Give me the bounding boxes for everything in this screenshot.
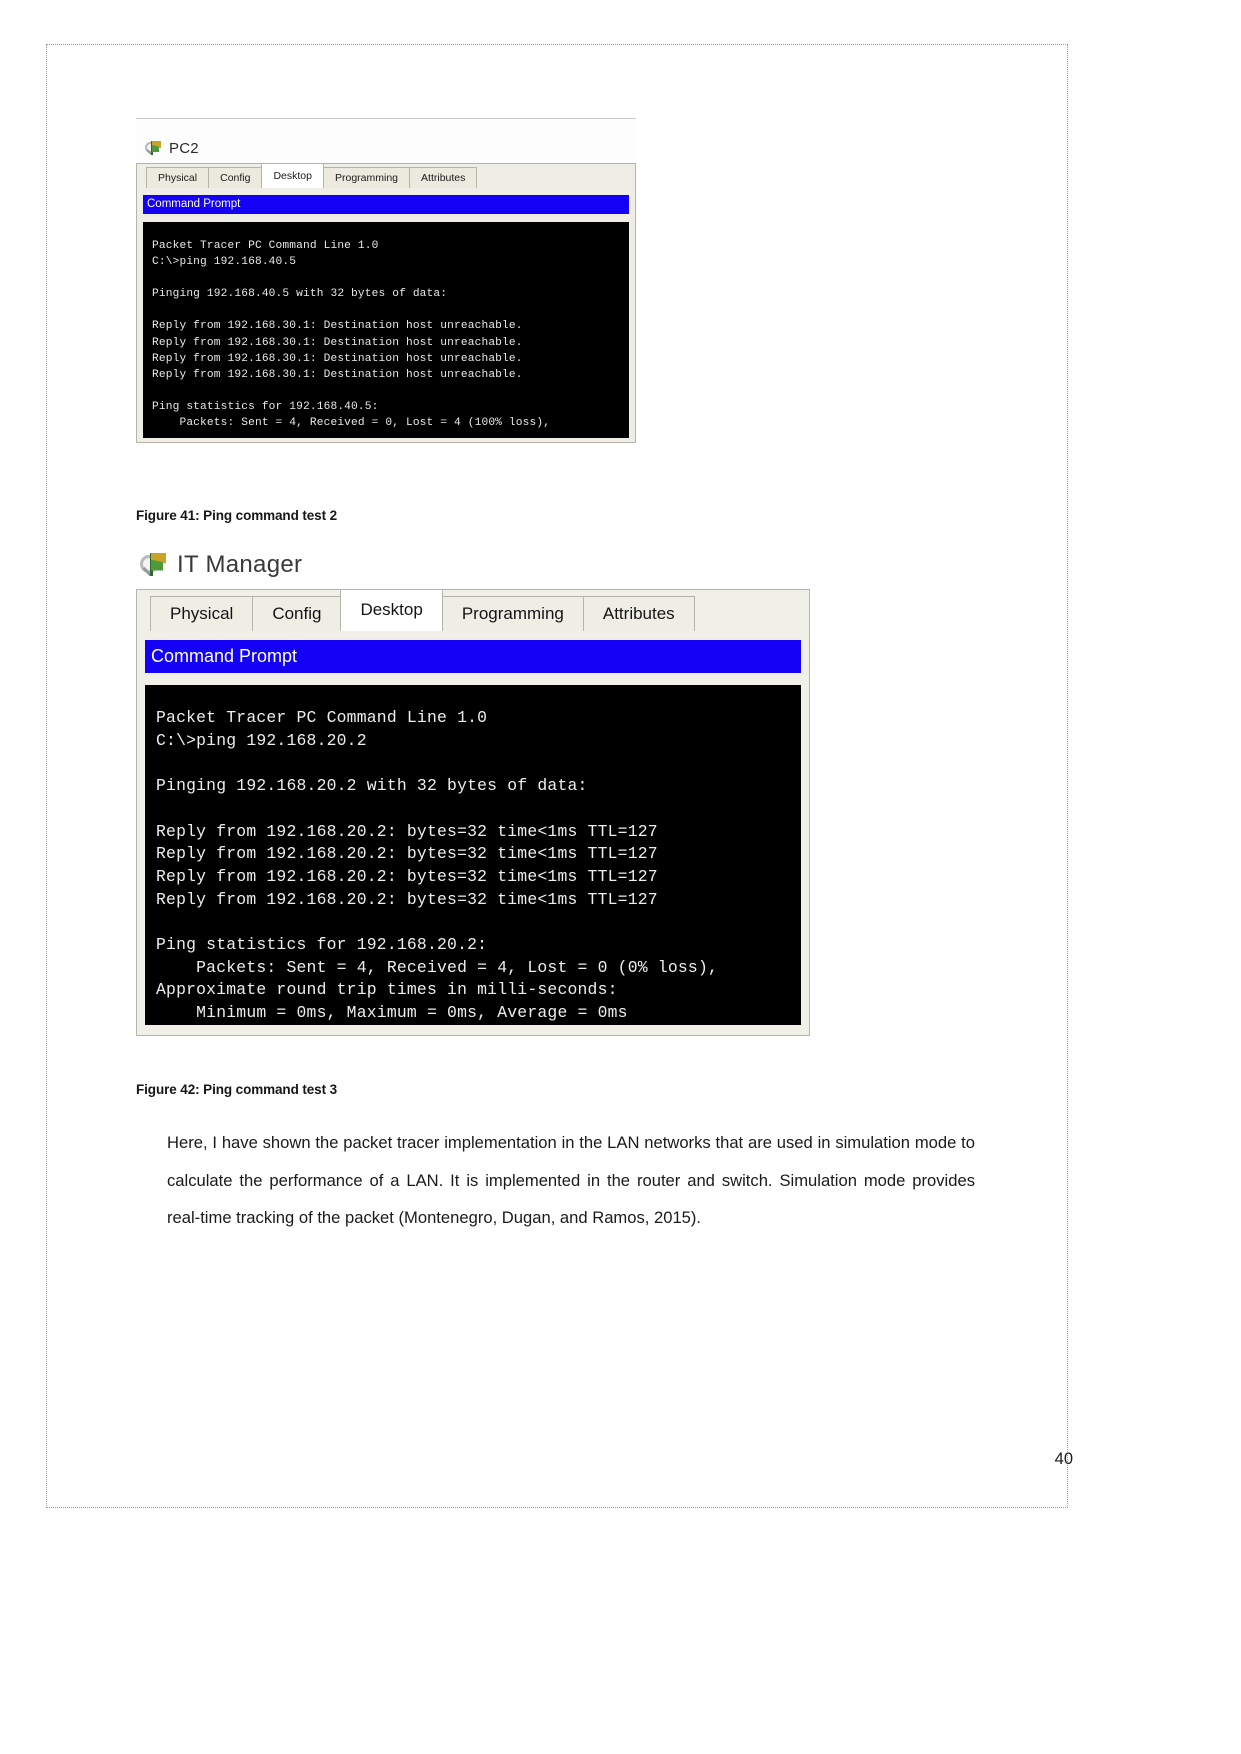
tab-attributes[interactable]: Attributes <box>409 167 478 188</box>
it-manager-device-header: IT Manager <box>136 548 810 589</box>
figure-42-caption: Figure 42: Ping command test 3 <box>136 1082 338 1097</box>
screenshot-it-manager: IT Manager Physical Config Desktop Progr… <box>136 548 810 1036</box>
tab-programming[interactable]: Programming <box>441 596 584 631</box>
pc2-device-header: PC2 <box>136 136 636 163</box>
tab-attributes[interactable]: Attributes <box>582 596 695 631</box>
tab-physical[interactable]: Physical <box>146 167 210 188</box>
tab-config[interactable]: Config <box>208 167 263 188</box>
it-manager-tab-bar: Physical Config Desktop Programming Attr… <box>136 589 810 631</box>
tab-desktop[interactable]: Desktop <box>261 163 324 188</box>
packet-tracer-device-icon <box>145 140 162 157</box>
pc2-terminal-output: Packet Tracer PC Command Line 1.0 C:\>pi… <box>152 240 551 430</box>
tab-config[interactable]: Config <box>252 596 342 631</box>
body-paragraph: Here, I have shown the packet tracer imp… <box>167 1133 975 1227</box>
it-manager-command-prompt-titlebar[interactable]: Command Prompt <box>145 640 801 673</box>
it-manager-terminal[interactable]: Packet Tracer PC Command Line 1.0 C:\>pi… <box>145 685 801 1025</box>
pc2-tab-bar: Physical Config Desktop Programming Attr… <box>136 163 636 188</box>
pc2-desktop-panel: Command Prompt Packet Tracer PC Command … <box>136 188 636 443</box>
pc2-command-prompt-titlebar[interactable]: Command Prompt <box>143 195 629 214</box>
it-manager-device-name: IT Manager <box>177 551 303 578</box>
it-manager-desktop-panel: Command Prompt Packet Tracer PC Command … <box>136 631 810 1036</box>
figure-41-caption: Figure 41: Ping command test 2 <box>136 508 338 523</box>
pc2-terminal[interactable]: Packet Tracer PC Command Line 1.0 C:\>pi… <box>143 222 629 438</box>
pc2-window-top-edge <box>136 118 636 136</box>
it-manager-terminal-output: Packet Tracer PC Command Line 1.0 C:\>pi… <box>156 708 719 1023</box>
tab-programming[interactable]: Programming <box>323 167 411 188</box>
document-page: PC2 Physical Config Desktop Programming … <box>0 0 1241 1754</box>
tab-physical[interactable]: Physical <box>150 596 254 631</box>
packet-tracer-device-icon <box>140 552 167 579</box>
tab-desktop[interactable]: Desktop <box>340 589 443 631</box>
screenshot-pc2: PC2 Physical Config Desktop Programming … <box>136 118 636 443</box>
page-number: 40 <box>1054 1450 1073 1468</box>
pc2-device-name: PC2 <box>169 140 199 157</box>
